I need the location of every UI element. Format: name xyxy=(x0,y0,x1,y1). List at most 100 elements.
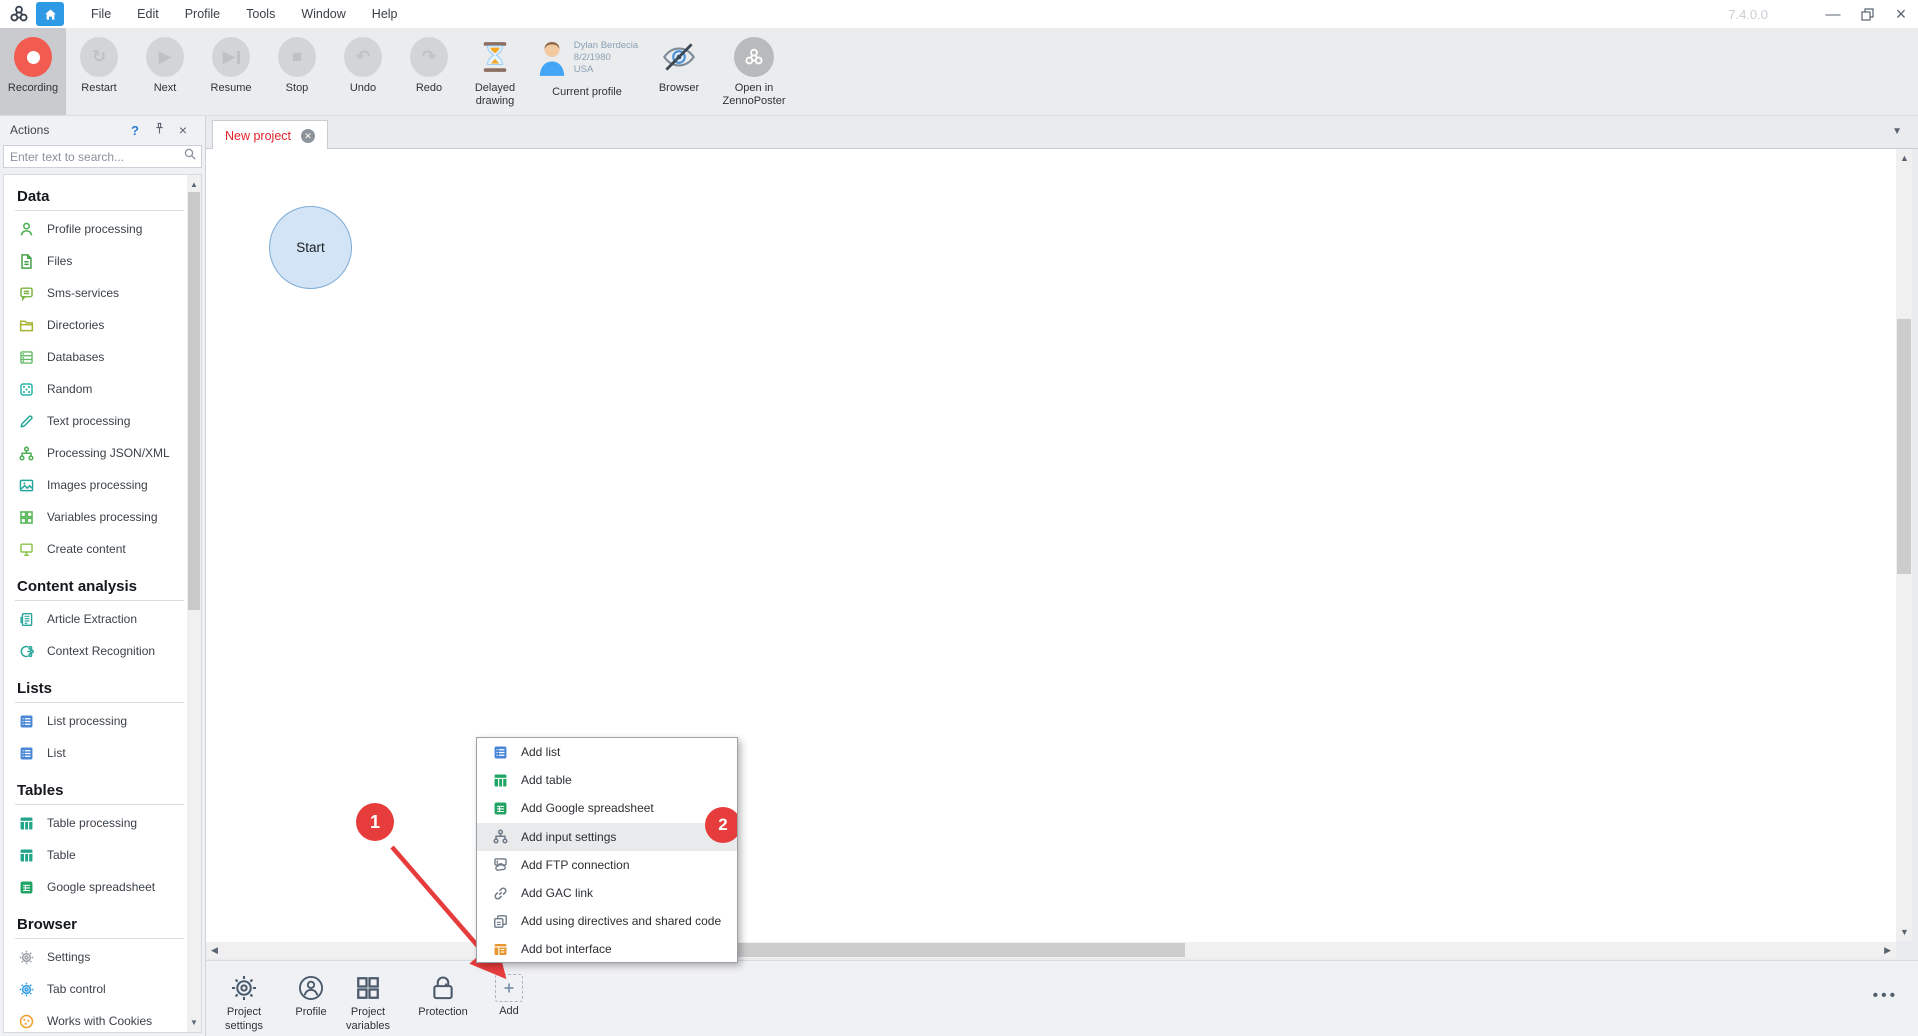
sidebar-scrollbar[interactable]: ▲ ▼ xyxy=(187,175,201,1032)
help-icon[interactable]: ? xyxy=(123,123,147,138)
sidebar-item-works-with-cookies[interactable]: Works with Cookies xyxy=(15,1005,201,1033)
menu-bar: File Edit Profile Tools Window Help 7.4.… xyxy=(0,0,1918,28)
menu-window[interactable]: Window xyxy=(288,0,358,28)
scroll-down-icon[interactable]: ▼ xyxy=(187,1015,201,1030)
sidebar-item-google-spreadsheet[interactable]: Google spreadsheet xyxy=(15,871,201,903)
sidebar-item-table-processing[interactable]: Table processing xyxy=(15,807,201,839)
menu-item-add-google-spreadsheet[interactable]: Add Google spreadsheet xyxy=(477,794,737,822)
scroll-right-icon[interactable]: ▶ xyxy=(1884,945,1891,956)
main-area: New project ✕ ▼ Start ▲ ▼ ◀ ▶ Project se… xyxy=(206,116,1918,1036)
menu-item-label: Add table xyxy=(521,773,572,787)
profile-dob: 8/2/1980 xyxy=(574,52,638,64)
redo-button[interactable]: ↷ Redo xyxy=(396,28,462,115)
undo-button[interactable]: ↶ Undo xyxy=(330,28,396,115)
scroll-down-icon[interactable]: ▼ xyxy=(1900,927,1909,937)
menu-item-add-ftp-connection[interactable]: Add FTP connection xyxy=(477,851,737,879)
restore-icon xyxy=(1861,8,1874,21)
item-label: Variables processing xyxy=(47,510,158,524)
scroll-left-icon[interactable]: ◀ xyxy=(211,945,218,956)
server-icon xyxy=(492,856,509,873)
sidebar-item-databases[interactable]: Databases xyxy=(15,341,201,373)
protection-button[interactable]: Protection xyxy=(407,973,479,1020)
resume-button[interactable]: ▶ Resume xyxy=(198,28,264,115)
cookie-icon xyxy=(18,1013,35,1030)
chat-icon xyxy=(18,285,35,302)
menu-item-add-using-directives[interactable]: Add using directives and shared code xyxy=(477,907,737,935)
sidebar-item-processing-json-xml[interactable]: Processing JSON/XML xyxy=(15,437,201,469)
restart-button[interactable]: ↻ Restart xyxy=(66,28,132,115)
menu-help[interactable]: Help xyxy=(359,0,411,28)
sidebar-item-settings[interactable]: Settings xyxy=(15,941,201,973)
section-heading-browser: Browser xyxy=(15,903,184,939)
sidebar-item-sms-services[interactable]: Sms-services xyxy=(15,277,201,309)
sidebar-item-variables-processing[interactable]: Variables processing xyxy=(15,501,201,533)
sidebar-item-context-recognition[interactable]: Context Recognition xyxy=(15,635,201,667)
actions-search[interactable] xyxy=(3,145,202,168)
tab-strip: New project ✕ ▼ xyxy=(206,116,1918,149)
stop-button[interactable]: ■ Stop xyxy=(264,28,330,115)
scrollbar-thumb[interactable] xyxy=(188,192,200,610)
scroll-up-icon[interactable]: ▲ xyxy=(187,177,201,192)
zennoposter-logo-icon xyxy=(8,3,30,25)
menu-file[interactable]: File xyxy=(78,0,124,28)
panel-close-icon[interactable]: × xyxy=(171,122,195,138)
project-settings-button[interactable]: Project settings xyxy=(208,973,280,1034)
maximize-button[interactable] xyxy=(1850,1,1884,27)
sidebar-item-article-extraction[interactable]: Article Extraction xyxy=(15,603,201,635)
sidebar-item-files[interactable]: Files xyxy=(15,245,201,277)
menu-tools[interactable]: Tools xyxy=(233,0,288,28)
gear-icon xyxy=(18,949,35,966)
search-input[interactable] xyxy=(4,150,183,164)
home-icon xyxy=(43,7,58,22)
sidebar-item-images-processing[interactable]: Images processing xyxy=(15,469,201,501)
delayed-drawing-button[interactable]: Delayed drawing xyxy=(462,28,528,115)
flow-canvas[interactable]: Start xyxy=(206,149,1896,942)
chevron-down-icon[interactable]: ▼ xyxy=(1892,126,1902,137)
menu-item-add-gac-link[interactable]: Add GAC link xyxy=(477,879,737,907)
menu-item-add-table[interactable]: Add table xyxy=(477,766,737,794)
sidebar-item-list[interactable]: List xyxy=(15,737,201,769)
sidebar-item-profile-processing[interactable]: Profile processing xyxy=(15,213,201,245)
more-options-icon[interactable]: • • • xyxy=(1873,987,1896,1004)
menu-profile[interactable]: Profile xyxy=(172,0,233,28)
sidebar-item-tab-control[interactable]: Tab control xyxy=(15,973,201,1005)
file-icon xyxy=(18,253,35,270)
tab-close-icon[interactable]: ✕ xyxy=(301,129,315,143)
open-in-zennoposter-button[interactable]: Open in ZennoPoster xyxy=(712,28,796,115)
scrollbar-thumb[interactable] xyxy=(1897,319,1911,574)
home-button[interactable] xyxy=(36,2,64,26)
menu-item-add-bot-interface[interactable]: Add bot interface xyxy=(477,935,737,963)
sidebar-item-text-processing[interactable]: Text processing xyxy=(15,405,201,437)
vertical-scrollbar[interactable]: ▲ ▼ xyxy=(1896,149,1912,941)
zennoposter-trefoil-icon xyxy=(734,37,774,77)
scroll-up-icon[interactable]: ▲ xyxy=(1900,153,1909,163)
sidebar-item-table[interactable]: Table xyxy=(15,839,201,871)
tab-new-project[interactable]: New project ✕ xyxy=(212,120,328,150)
list-icon xyxy=(492,744,509,761)
pin-icon[interactable] xyxy=(147,122,171,138)
item-label: Article Extraction xyxy=(47,612,137,626)
close-button[interactable]: × xyxy=(1884,1,1918,27)
add-plus-icon xyxy=(495,974,523,1002)
item-label: Images processing xyxy=(47,478,148,492)
menu-edit[interactable]: Edit xyxy=(124,0,172,28)
sidebar-item-create-content[interactable]: Create content xyxy=(15,533,201,565)
scrollbar-thumb[interactable] xyxy=(700,943,1185,957)
minimize-button[interactable]: — xyxy=(1816,1,1850,27)
sidebar-item-random[interactable]: Random xyxy=(15,373,201,405)
item-label: Table processing xyxy=(47,816,137,830)
circuit-icon xyxy=(18,643,35,660)
add-button[interactable]: Add xyxy=(473,973,545,1019)
next-button[interactable]: ▶ Next xyxy=(132,28,198,115)
sidebar-item-directories[interactable]: Directories xyxy=(15,309,201,341)
menu-item-add-input-settings[interactable]: Add input settings xyxy=(477,823,737,851)
current-profile-button[interactable]: Dylan Berdecia 8/2/1980 USA Current prof… xyxy=(528,28,646,115)
recording-button[interactable]: Recording xyxy=(0,28,66,115)
project-variables-button[interactable]: Project variables xyxy=(332,973,404,1034)
stop-label: Stop xyxy=(286,82,309,95)
browser-button[interactable]: Browser xyxy=(646,28,712,115)
horizontal-scrollbar[interactable]: ◀ ▶ xyxy=(206,942,1896,958)
start-node[interactable]: Start xyxy=(269,206,352,289)
sidebar-item-list-processing[interactable]: List processing xyxy=(15,705,201,737)
menu-item-add-list[interactable]: Add list xyxy=(477,738,737,766)
